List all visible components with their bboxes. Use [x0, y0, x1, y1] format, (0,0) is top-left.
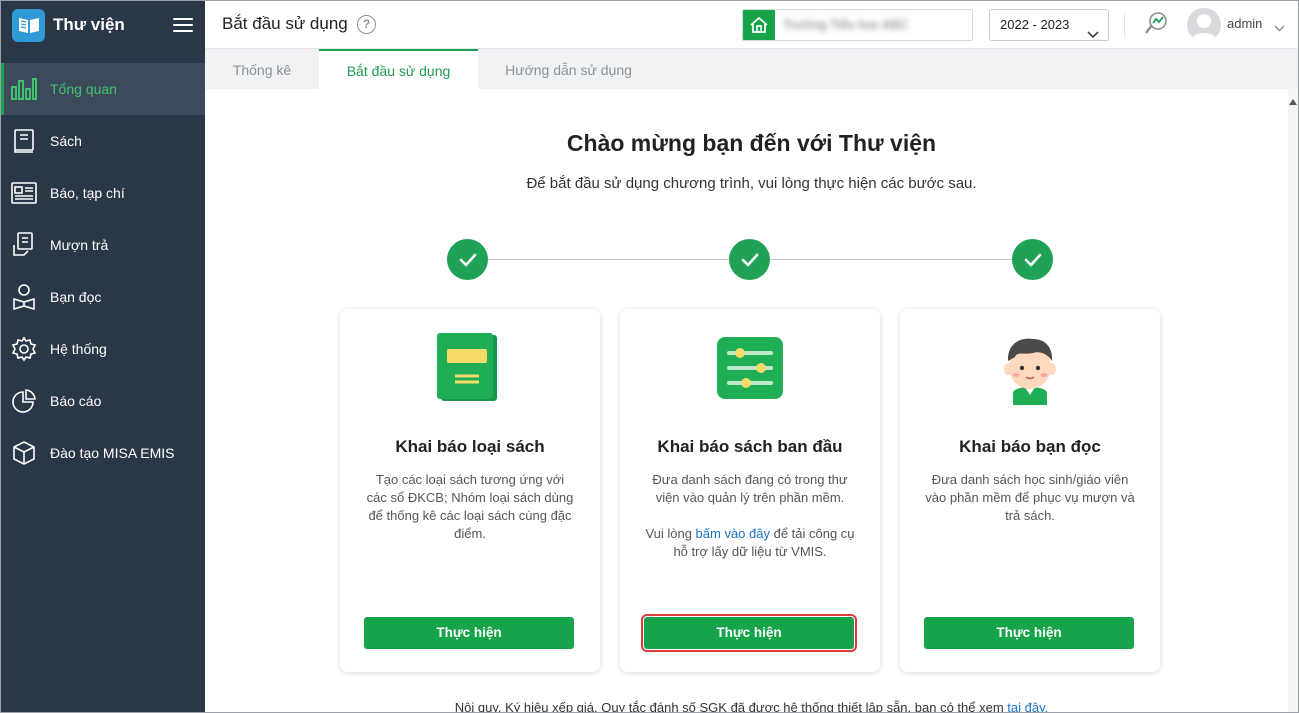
sidebar-item-label: Tổng quan [50, 81, 117, 97]
tab-bar: Thống kê Bắt đầu sử dụng Hướng dẫn sử dụ… [205, 49, 1298, 89]
step-1-check-icon [447, 239, 488, 280]
school-home-icon [743, 10, 775, 40]
card-description: Tạo các loại sách tương ứng với các sổ Đ… [366, 472, 574, 541]
card-khai-bao-sach-ban-dau: Khai báo sách ban đầu Đưa danh sách đang… [620, 309, 880, 672]
pie-chart-icon [10, 387, 38, 415]
card-title: Khai báo loại sách [395, 437, 545, 456]
sidebar-item-dao-tao[interactable]: Đào tạo MISA EMIS [1, 427, 205, 479]
sidebar-item-label: Hệ thống [50, 341, 107, 357]
tab-thong-ke[interactable]: Thống kê [205, 49, 319, 89]
sidebar-item-ban-doc[interactable]: Bạn đọc [1, 271, 205, 323]
divider [1124, 13, 1125, 37]
avatar[interactable] [1187, 8, 1221, 42]
thuc-hien-button-ban-doc[interactable]: Thực hiện [924, 617, 1134, 649]
book-icon [10, 127, 38, 155]
thuc-hien-button-loai-sach[interactable]: Thực hiện [364, 617, 574, 649]
school-name: Trường Tiểu học ABC [783, 17, 909, 32]
scrollbar[interactable] [1288, 89, 1298, 712]
green-book-icon [435, 331, 505, 405]
school-year-value: 2022 - 2023 [1000, 17, 1070, 32]
sidebar-item-muon-tra[interactable]: Mượn trả [1, 219, 205, 271]
chevron-down-icon [1087, 20, 1099, 50]
sliders-icon [715, 331, 785, 405]
app-window: Thư viện Tổng quan Sách Báo, tạp chí Mượ… [0, 0, 1299, 713]
scroll-up-arrow-icon[interactable] [1289, 92, 1297, 110]
chart-bars-icon [10, 75, 38, 103]
card-khai-bao-ban-doc: Khai báo bạn đọc Đưa danh sách học sinh/… [900, 309, 1160, 672]
sidebar-item-sach[interactable]: Sách [1, 115, 205, 167]
card-khai-bao-loai-sach: Khai báo loại sách Tạo các loại sách tươ… [340, 309, 600, 672]
tab-bat-dau-su-dung[interactable]: Bắt đầu sử dụng [319, 49, 478, 89]
thuc-hien-button-sach-ban-dau[interactable]: Thực hiện [641, 614, 857, 652]
sidebar-item-bao-tap-chi[interactable]: Báo, tạp chí [1, 167, 205, 219]
step-3-check-icon [1012, 239, 1053, 280]
search-chart-icon[interactable] [1141, 11, 1169, 44]
school-selector[interactable]: Trường Tiểu học ABC [742, 9, 973, 41]
card-description: Đưa danh sách học sinh/giáo viên vào phầ… [925, 472, 1135, 523]
welcome-title: Chào mừng bạn đến với Thư viện [566, 130, 937, 156]
card-title: Khai báo sách ban đầu [657, 437, 843, 456]
library-logo-icon [12, 8, 45, 42]
welcome-subtitle: Để bắt đầu sử dụng chương trình, vui lòn… [526, 175, 977, 192]
gear-icon [10, 335, 38, 363]
user-name[interactable]: admin [1227, 16, 1262, 31]
sidebar-item-label: Bạn đọc [50, 289, 102, 305]
borrow-return-icon [10, 231, 38, 259]
sidebar-item-label: Báo cáo [50, 393, 102, 409]
sidebar-item-label: Sách [50, 133, 82, 149]
cube-icon [10, 439, 38, 467]
footnote: Nội quy, Ký hiệu xếp giá, Quy tắc đánh s… [205, 700, 1298, 713]
app-title: Thư viện [53, 15, 125, 34]
desc-text: Vui lòng [645, 526, 696, 541]
sidebar: Thư viện Tổng quan Sách Báo, tạp chí Mượ… [1, 1, 205, 712]
card-title: Khai báo bạn đọc [959, 437, 1101, 456]
sidebar-item-he-thong[interactable]: Hệ thống [1, 323, 205, 375]
hamburger-menu-icon[interactable] [173, 14, 193, 36]
newspaper-icon [10, 179, 38, 207]
card-description-tool: Vui lòng bấm vào đây để tải công cụ hỗ t… [644, 525, 856, 561]
card-description-line: Đưa danh sách đang có trong thư viện vào… [652, 472, 848, 505]
main-content: Chào mừng bạn đến với Thư viện Để bắt đầ… [205, 89, 1298, 713]
sidebar-item-label: Đào tạo MISA EMIS [50, 445, 175, 461]
school-year-select[interactable]: 2022 - 2023 [989, 9, 1109, 41]
chevron-down-icon[interactable] [1274, 19, 1285, 37]
footnote-link[interactable]: tại đây. [1007, 700, 1048, 712]
sidebar-item-tong-quan[interactable]: Tổng quan [1, 63, 205, 115]
card-description: Đưa danh sách đang có trong thư viện vào… [644, 471, 856, 561]
step-2-check-icon [729, 239, 770, 280]
sidebar-item-label: Báo, tạp chí [50, 185, 125, 201]
help-icon[interactable]: ? [357, 15, 376, 34]
student-avatar-icon [995, 331, 1065, 405]
top-bar: Bắt đầu sử dụng ? Trường Tiểu học ABC 20… [205, 1, 1298, 49]
sidebar-item-bao-cao[interactable]: Báo cáo [1, 375, 205, 427]
reader-icon [10, 283, 38, 311]
tab-huong-dan-su-dung[interactable]: Hướng dẫn sử dụng [478, 49, 659, 89]
footnote-text: Nội quy, Ký hiệu xếp giá, Quy tắc đánh s… [454, 700, 1008, 713]
sidebar-nav: Tổng quan Sách Báo, tạp chí Mượn trả Bạn… [1, 63, 205, 479]
brand: Thư viện [1, 1, 205, 49]
page-title: Bắt đầu sử dụng [222, 14, 348, 33]
download-tool-link[interactable]: bấm vào đây [696, 526, 770, 541]
sidebar-item-label: Mượn trả [50, 237, 109, 253]
